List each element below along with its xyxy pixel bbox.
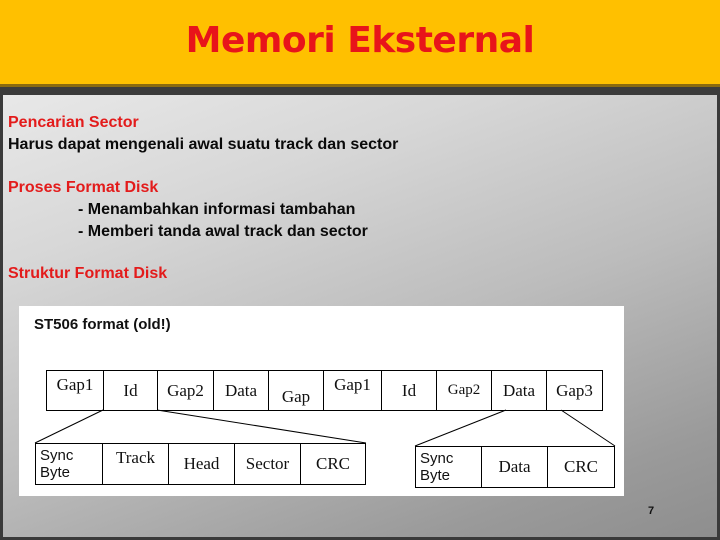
heading-proses-format-disk: Proses Format Disk bbox=[8, 179, 159, 196]
slide-title: Memori Eksternal bbox=[185, 20, 535, 61]
id-expand-line-left bbox=[34, 409, 104, 444]
id-expand-line-right bbox=[156, 409, 367, 444]
heading-struktur-format-disk: Struktur Format Disk bbox=[8, 265, 168, 282]
data-expand-line-right bbox=[560, 409, 616, 447]
expansion-lines bbox=[34, 409, 616, 447]
data-expand-line-left bbox=[414, 409, 507, 447]
header-divider bbox=[0, 87, 720, 95]
bullet-memberi-tanda: - Memberi tanda awal track dan sector bbox=[78, 223, 368, 240]
page-number: 7 bbox=[648, 505, 655, 517]
bullet-menambahkan: - Menambahkan informasi tambahan bbox=[78, 201, 356, 218]
text-pencarian-sector: Harus dapat mengenali awal suatu track d… bbox=[8, 136, 399, 153]
heading-pencarian-sector: Pencarian Sector bbox=[8, 114, 139, 131]
st506-diagram: ST506 format (old!) Gap1 Id Gap2 Data Ga… bbox=[19, 306, 624, 496]
slide-header: Memori Eksternal bbox=[0, 0, 720, 87]
